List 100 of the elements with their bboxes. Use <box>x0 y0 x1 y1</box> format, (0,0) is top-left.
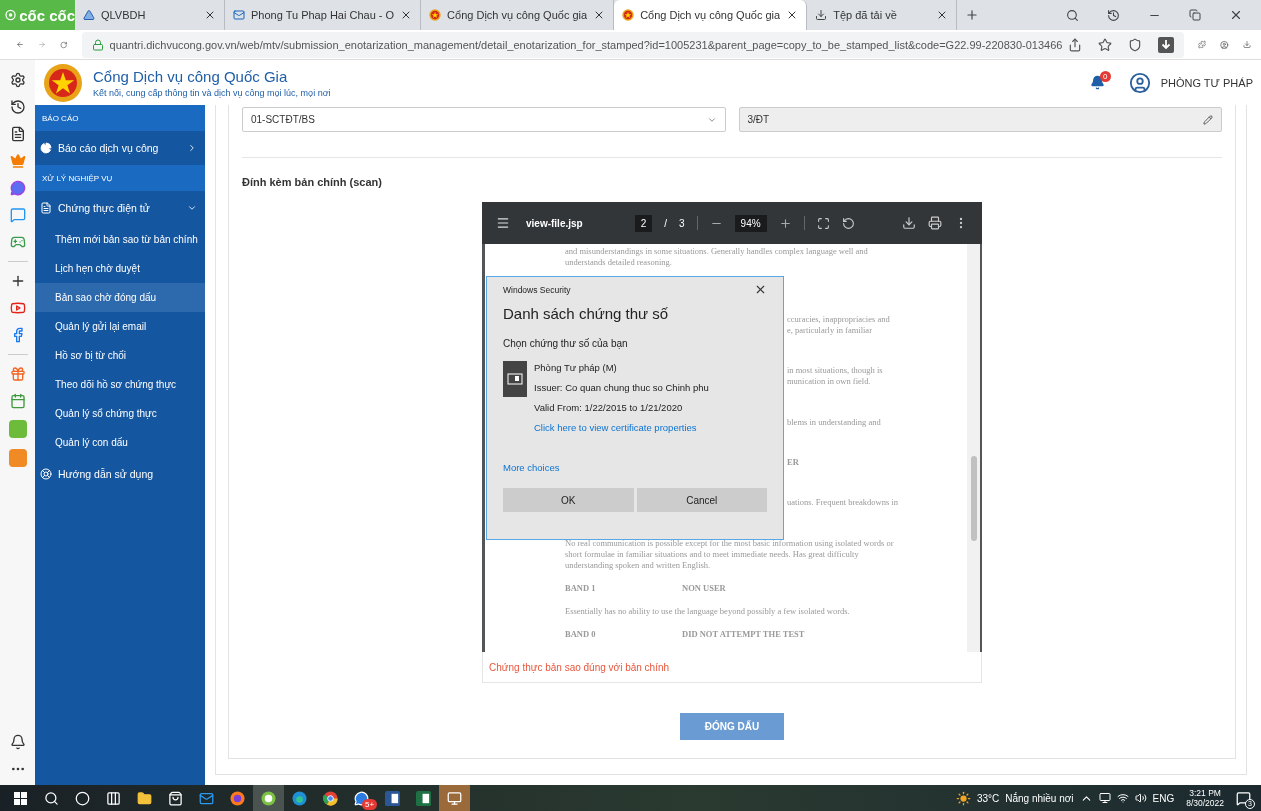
page-count: 3 <box>679 217 685 229</box>
bell-icon[interactable] <box>9 734 26 750</box>
ok-button[interactable]: OK <box>503 488 634 512</box>
certificate-icon <box>503 361 527 397</box>
fit-page-icon[interactable] <box>816 216 830 230</box>
rotate-icon[interactable] <box>841 216 855 230</box>
shield-icon[interactable] <box>1128 37 1143 52</box>
spreadsheet-icon <box>416 790 431 806</box>
weather-icon[interactable] <box>955 790 971 806</box>
lock-icon <box>91 38 104 51</box>
browser-tab[interactable]: Cổng Dịch vụ công Quốc gia <box>614 0 808 30</box>
taskbar-button[interactable] <box>253 785 284 811</box>
pencil-icon <box>1203 114 1213 125</box>
menu-item[interactable]: Chứng thực điện tử <box>35 191 205 225</box>
close-icon[interactable] <box>204 9 216 21</box>
download-icon[interactable] <box>1158 36 1175 53</box>
gift-icon[interactable] <box>9 366 26 382</box>
close-icon[interactable] <box>754 283 767 296</box>
circle-icon <box>75 790 90 806</box>
document-text: ER <box>787 456 800 468</box>
field-label: Đính kèm bản chính (scan) <box>242 176 383 188</box>
submenu-item[interactable]: Lịch hẹn chờ duyệt <box>35 254 205 283</box>
zoom-field[interactable]: 94% <box>734 214 767 232</box>
new-tab-icon[interactable] <box>965 8 980 22</box>
submenu-item[interactable]: Quản lý con dấu <box>35 428 205 457</box>
window-icon <box>447 790 462 806</box>
badge: 5+ <box>362 799 377 810</box>
taskbar-button[interactable]: 5+ <box>346 785 377 811</box>
list-icon[interactable] <box>9 126 26 142</box>
user-name[interactable]: PHÒNG TƯ PHÁP <box>1160 76 1253 89</box>
history-icon[interactable] <box>1107 8 1120 22</box>
menu-icon[interactable] <box>496 216 510 230</box>
notification-badge: 0 <box>1099 71 1111 82</box>
cancel-button[interactable]: Cancel <box>636 488 767 512</box>
emblem-icon <box>622 9 635 21</box>
mail-icon <box>199 790 214 806</box>
band-label: BAND 1 <box>565 583 597 594</box>
bag-icon <box>168 790 183 806</box>
settings-icon[interactable] <box>9 72 26 88</box>
menu-item[interactable]: Hướng dẫn sử dụng <box>35 457 205 491</box>
monitor-icon[interactable] <box>1098 792 1111 804</box>
document-text: Essentially has no ability to use the language beyond possibly a few isolated words. <box>565 606 851 617</box>
play-icon[interactable] <box>9 300 26 316</box>
more-choices-link[interactable]: More choices <box>503 462 767 473</box>
document-text: in most situations, though is <box>787 365 884 377</box>
task-view-icon <box>106 790 121 806</box>
submenu-item[interactable]: Quản lý sổ chứng thực <box>35 399 205 428</box>
download-icon[interactable] <box>902 216 916 230</box>
input-field[interactable]: 3/ĐT <box>738 107 1222 132</box>
chat-icon[interactable] <box>9 180 26 196</box>
triangle-icon <box>83 9 95 21</box>
submenu-item[interactable]: Theo dõi hồ sơ chứng thực <box>35 370 205 399</box>
document-icon <box>40 202 52 214</box>
document-text: No real communication is possible except for the most basic information using isolated words or short formulae in familiar situations and to meet immediate needs. Has great difficulty understanding spoken and written English. <box>565 538 895 571</box>
dialog-title: Danh sách chứng thư số <box>503 305 670 322</box>
menu-item[interactable]: Báo cáo dịch vụ công <box>35 131 205 165</box>
weather-text: Nắng nhiều nơi <box>1005 792 1074 804</box>
crown-icon[interactable] <box>9 153 26 169</box>
volume-icon[interactable] <box>1134 792 1147 804</box>
site-subtitle: Kết nối, cung cấp thông tin và dịch vụ công mọi lúc, mọi nơi <box>93 87 332 98</box>
document-text: munication in own field. <box>787 376 872 388</box>
document-text: and misunderstandings in some situations. Generally handles complex language well and understands detailed reasoning. <box>565 246 869 268</box>
select-field[interactable]: 01-SCTĐT/BS <box>242 107 726 132</box>
section-heading: XỬ LÝ NGHIỆP VỤ <box>35 165 205 191</box>
document-text: blems in understanding and <box>787 416 882 428</box>
chat-icon[interactable] <box>9 207 26 223</box>
certificate-link[interactable]: Click here to view certificate properties <box>534 422 709 433</box>
emblem-logo <box>43 62 83 103</box>
submenu-item[interactable]: Bản sao chờ đóng dấu <box>35 283 205 312</box>
submenu-item[interactable]: Quản lý gửi lại email <box>35 312 205 341</box>
start-icon <box>14 791 27 805</box>
page-number-field[interactable]: 2 <box>634 214 653 232</box>
language-indicator[interactable]: ENG <box>1152 792 1175 804</box>
band-name: NON USER <box>682 583 726 594</box>
folder-icon <box>137 790 152 806</box>
page-separator: / <box>664 217 668 229</box>
site-title: Cổng Dịch vụ công Quốc Gia <box>93 67 289 85</box>
restore-icon[interactable] <box>1189 9 1201 21</box>
calendar-icon[interactable] <box>9 393 26 409</box>
search-icon[interactable] <box>1066 8 1079 22</box>
history-icon[interactable] <box>9 99 26 115</box>
network-icon[interactable] <box>1116 792 1129 804</box>
star-icon[interactable] <box>1098 37 1113 52</box>
bell-icon[interactable] <box>1089 75 1105 90</box>
scrollbar[interactable] <box>967 244 980 652</box>
address-bar[interactable]: quantri.dichvucong.gov.vn/web/mtv/submission_enotarization_management/detail_enotarization_for_stamped?id=1005231&parent_page=copy_to_be_stamped_list&code=G22.99-220830-013466 <box>81 31 1185 58</box>
certificate-validity: Valid From: 1/22/2015 to 1/21/2020 <box>534 402 684 413</box>
submenu-item[interactable]: Hồ sơ bị từ chối <box>35 341 205 370</box>
gamepad-icon[interactable] <box>9 234 26 250</box>
print-icon[interactable] <box>928 216 942 230</box>
close-icon[interactable] <box>1229 8 1243 22</box>
document-text: ccuracies, inappropriacies and <box>787 314 891 325</box>
emblem-icon <box>429 9 442 21</box>
share-icon[interactable] <box>1068 37 1083 52</box>
clock[interactable]: 3:21 PM 8/30/2022 <box>1186 788 1224 808</box>
note-text: Chứng thực bản sao đúng với bản chính <box>489 661 670 673</box>
zoom-in-icon[interactable] <box>778 216 792 230</box>
logo-text: cốc cốc <box>19 6 75 24</box>
avatar-icon[interactable] <box>1128 71 1151 94</box>
submenu-item[interactable]: Thêm mới bản sao từ bản chính <box>35 225 205 254</box>
